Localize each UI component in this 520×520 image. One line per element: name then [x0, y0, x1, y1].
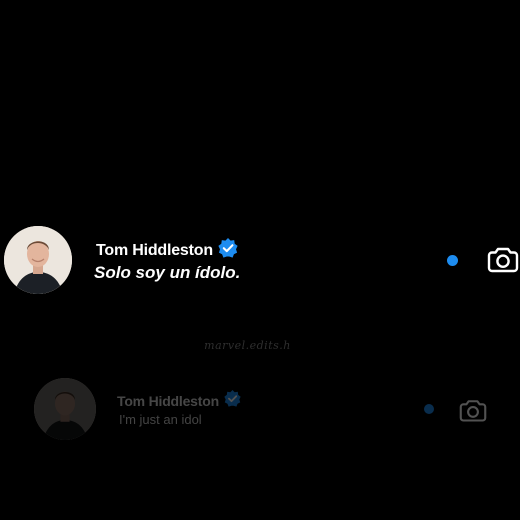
avatar — [34, 378, 96, 440]
message-preview: I'm just an idol — [119, 412, 202, 427]
verified-badge-icon — [224, 390, 241, 412]
profile-photo — [4, 226, 72, 294]
camera-icon — [459, 396, 487, 424]
message-preview: Solo soy un ídolo. — [94, 263, 241, 282]
verified-badge-icon — [218, 238, 238, 263]
contact-name: Tom Hiddleston — [117, 393, 219, 409]
watermark-text: marvel.edits.h — [204, 339, 291, 352]
profile-photo — [34, 378, 96, 440]
camera-icon[interactable] — [487, 243, 519, 275]
conversation-row-primary[interactable]: Tom Hiddleston Solo soy un ídolo. — [0, 226, 520, 294]
unread-indicator — [424, 404, 434, 414]
contact-name: Tom Hiddleston — [96, 241, 213, 259]
conversation-row-reflection: Tom Hiddleston I'm just an idol — [0, 378, 520, 442]
unread-indicator — [447, 255, 458, 266]
avatar[interactable] — [4, 226, 72, 294]
